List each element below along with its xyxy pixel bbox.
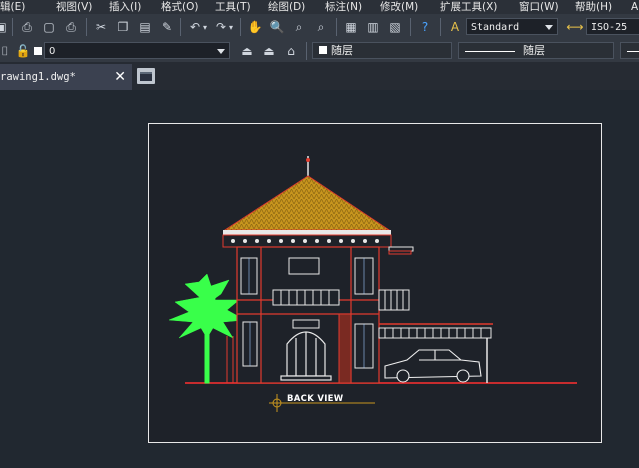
zoom-window-icon[interactable]: ⌕ — [290, 18, 308, 36]
menu-format[interactable]: 格式(O) — [161, 0, 198, 14]
menu-modify[interactable]: 修改(M) — [380, 0, 418, 14]
house-elevation-drawing — [168, 156, 577, 412]
redo-dropdown-icon[interactable]: ▾ — [226, 18, 236, 36]
tab-drawing1[interactable]: rawing1.dwg* ✕ — [0, 64, 132, 90]
text-style-value: Standard — [471, 22, 520, 33]
layer-name-value: 0 — [49, 46, 56, 57]
menu-window[interactable]: 窗口(W) — [519, 0, 559, 14]
publish-icon[interactable]: ⎙ — [62, 18, 80, 36]
menu-dimension[interactable]: 标注(N) — [325, 0, 362, 14]
toolbar-separator — [440, 18, 441, 36]
roof — [222, 156, 392, 248]
dimension-style-icon[interactable]: ⟷ — [566, 18, 584, 36]
menu-insert[interactable]: 插入(I) — [109, 0, 141, 14]
layers-toolbar: ⌷ 🔓 0 ⏏ ⏏ ⌂ 随层 随层 — [0, 40, 639, 63]
menu-view[interactable]: 视图(V) — [56, 0, 92, 14]
toolbar-separator — [306, 42, 307, 60]
copy-icon[interactable]: ❐ — [114, 18, 132, 36]
menu-edit[interactable]: 辑(E) — [0, 0, 25, 14]
new-tab-icon[interactable] — [137, 68, 155, 84]
help-icon[interactable]: ? — [416, 18, 434, 36]
lineweight-select[interactable] — [620, 42, 639, 59]
paste-icon[interactable]: ▤ — [136, 18, 154, 36]
layer-lock-icon[interactable]: 🔓 — [14, 42, 32, 60]
menu-help[interactable]: 帮助(H) — [575, 0, 612, 14]
layer-previous-icon[interactable]: ⏏ — [260, 42, 278, 60]
toolbar-separator — [240, 18, 241, 36]
dim-style-value: ISO-25 — [591, 22, 628, 33]
zoom-realtime-icon[interactable]: 🔍 — [268, 18, 286, 36]
print-preview-icon[interactable]: ▢ — [40, 18, 58, 36]
linetype-value: 随层 — [523, 44, 545, 57]
undo-dropdown-icon[interactable]: ▾ — [200, 18, 210, 36]
toolbar-separator — [86, 18, 87, 36]
properties-icon[interactable]: ▦ — [342, 18, 360, 36]
menu-tools[interactable]: 工具(T) — [215, 0, 251, 14]
pan-icon[interactable]: ✋ — [246, 18, 264, 36]
layout-sheet: BACK VIEW — [148, 123, 602, 443]
chevron-down-icon — [217, 49, 225, 54]
make-current-layer-icon[interactable]: ⏏ — [238, 42, 256, 60]
model-space-canvas[interactable]: BACK VIEW — [0, 90, 639, 468]
color-swatch — [319, 46, 327, 54]
toolbar-separator — [180, 18, 181, 36]
menu-overflow[interactable]: A — [631, 0, 638, 14]
menu-draw[interactable]: 绘图(D) — [268, 0, 305, 14]
linetype-select[interactable]: 随层 — [458, 42, 614, 59]
toolbar-separator — [336, 18, 337, 36]
design-center-icon[interactable]: ▥ — [364, 18, 382, 36]
menu-bar: 辑(E) 视图(V) 插入(I) 格式(O) 工具(T) 绘图(D) 标注(N)… — [0, 0, 639, 14]
standard-toolbar: ▣ ⎙ ▢ ⎙ ✂ ❐ ▤ ✎ ↶ ▾ ↷ ▾ ✋ 🔍 ⌕ ⌕ ▦ ▥ ▧ ? … — [0, 14, 639, 41]
carport — [378, 327, 492, 339]
dim-style-select[interactable]: ISO-25 — [586, 18, 639, 35]
car — [384, 349, 482, 383]
zoom-previous-icon[interactable]: ⌕ — [312, 18, 330, 36]
tool-palettes-icon[interactable]: ▧ — [386, 18, 404, 36]
view-caption: BACK VIEW — [287, 394, 344, 404]
print-icon[interactable]: ⎙ — [18, 18, 36, 36]
toolbar-separator — [12, 18, 13, 36]
menu-extended-tools[interactable]: 扩展工具(X) — [440, 0, 497, 14]
chevron-down-icon — [545, 25, 553, 30]
balcony — [272, 289, 340, 306]
document-tab-strip: rawing1.dwg* ✕ — [0, 62, 639, 90]
layer-isolate-icon[interactable]: ⌂ — [282, 42, 300, 60]
text-style-select[interactable]: Standard — [466, 18, 558, 35]
close-icon[interactable]: ✕ — [114, 64, 126, 90]
linetype-preview — [465, 50, 515, 52]
layer-state-icon[interactable]: ⌷ — [0, 42, 14, 60]
color-value: 随层 — [331, 44, 353, 57]
layer-select[interactable]: 0 — [44, 42, 230, 59]
palm-tree — [168, 273, 246, 384]
tab-title: rawing1.dwg* — [0, 71, 76, 83]
color-select[interactable]: 随层 — [312, 42, 452, 59]
cut-icon[interactable]: ✂ — [92, 18, 110, 36]
toolbar-separator — [410, 18, 411, 36]
layer-color-swatch — [34, 47, 42, 55]
text-style-icon[interactable]: A — [446, 18, 464, 36]
save-icon[interactable]: ▣ — [0, 18, 10, 36]
match-properties-icon[interactable]: ✎ — [158, 18, 176, 36]
lineweight-preview — [627, 50, 639, 52]
